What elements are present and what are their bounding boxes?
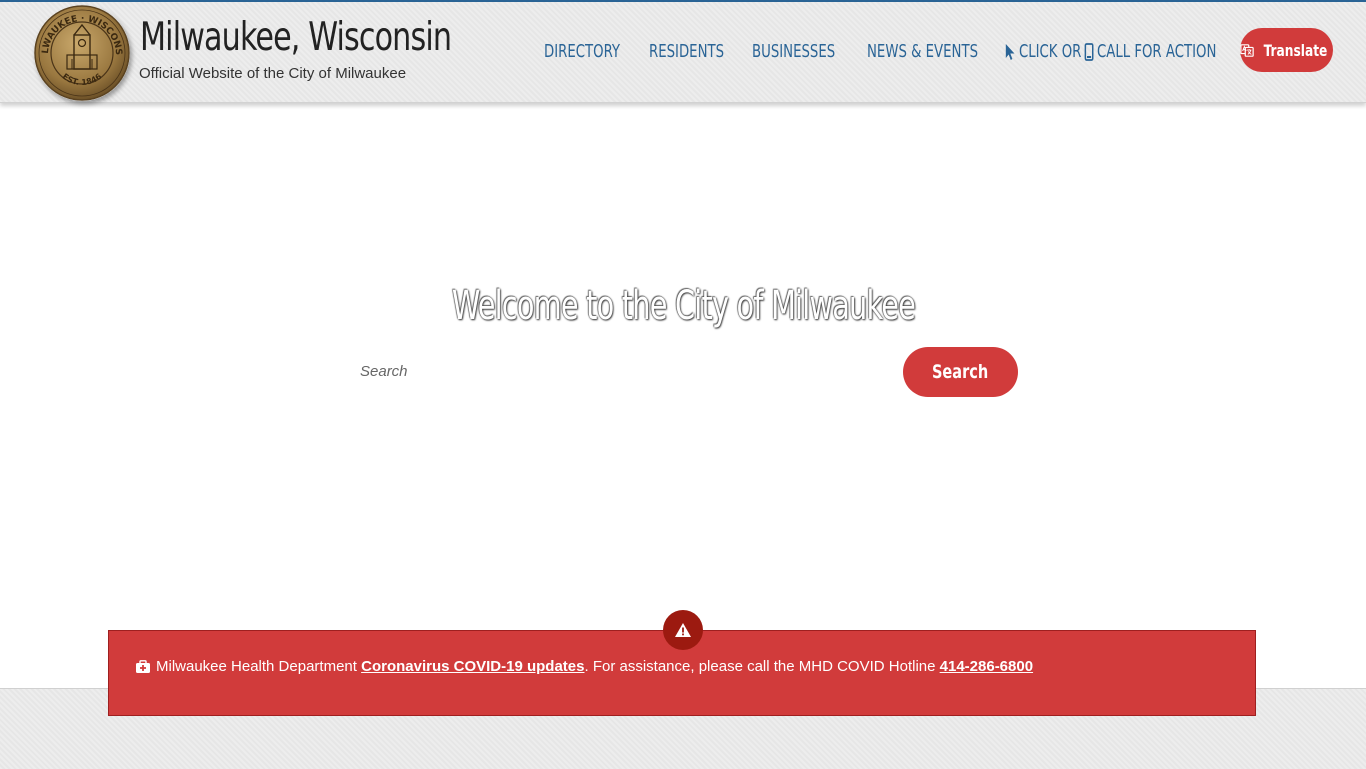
nav-businesses[interactable]: BUSINESSES (752, 40, 835, 64)
cursor-pointer-icon (1005, 44, 1015, 60)
site-subtitle: Official Website of the City of Milwauke… (139, 65, 407, 82)
search-button-label: Search (932, 361, 989, 383)
warning-triangle-icon (675, 623, 691, 637)
translate-label: Translate (1263, 40, 1328, 60)
translate-icon (1240, 43, 1254, 57)
alert-message: Milwaukee Health Department Coronavirus … (135, 658, 1033, 675)
search-button[interactable]: Search (903, 347, 1018, 397)
nav-news-events[interactable]: NEWS & EVENTS (867, 40, 978, 64)
welcome-heading: Welcome to the City of Milwaukee (0, 283, 1366, 329)
main-nav: DIRECTORY RESIDENTS BUSINESSES NEWS & EV… (0, 40, 1366, 64)
nav-residents[interactable]: RESIDENTS (649, 40, 724, 64)
alert-prefix: Milwaukee Health Department (156, 658, 357, 675)
covid-updates-link[interactable]: Coronavirus COVID-19 updates (361, 658, 584, 675)
mobile-phone-icon (1084, 43, 1094, 61)
site-header: MILWAUKEE · WISCONSIN EST. 1846 Milwauke… (0, 2, 1366, 103)
search-input[interactable] (350, 352, 910, 390)
medical-kit-icon (136, 659, 150, 673)
translate-button[interactable]: Translate (1240, 28, 1333, 72)
alert-middle: . For assistance, please call the MHD CO… (584, 658, 936, 675)
alert-warning-badge (663, 610, 703, 650)
nav-directory[interactable]: DIRECTORY (544, 40, 620, 64)
nav-click-or-call-for-action[interactable]: CLICK OR CALL FOR ACTION (1005, 40, 1216, 64)
covid-hotline-phone-link[interactable]: 414-286-6800 (940, 658, 1033, 675)
cta-click-label: CLICK OR (1018, 41, 1082, 62)
cta-call-label: CALL FOR ACTION (1096, 41, 1217, 62)
welcome-text: Welcome to the City of Milwaukee (451, 283, 915, 329)
